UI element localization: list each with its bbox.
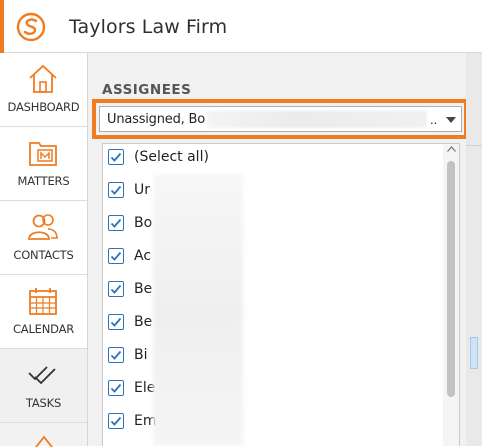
sidebar-item-dashboard[interactable]: DASHBOARD	[0, 53, 87, 127]
sidebar-item-calendar[interactable]: CALENDAR	[0, 275, 87, 349]
app-title: Taylors Law Firm	[69, 16, 228, 38]
scrollbar-thumb[interactable]	[447, 161, 455, 397]
home-icon	[29, 64, 57, 93]
check-icon	[110, 251, 122, 261]
app-logo-icon	[16, 12, 46, 42]
redacted-names	[153, 174, 243, 446]
checkbox[interactable]	[108, 149, 124, 165]
more-nav-icon	[35, 435, 53, 447]
sidebar-item-contacts[interactable]: CONTACTS	[0, 201, 87, 275]
sidebar-item-label: CALENDAR	[12, 322, 75, 336]
check-icon	[110, 383, 122, 393]
list-item-label: Bi	[134, 347, 148, 363]
dropdown-selected-value: Unassigned, Bo	[107, 112, 205, 127]
filter-panel: ASSIGNEES Unassigned, Bo .. (Select all)…	[88, 53, 482, 446]
checkbox[interactable]	[108, 413, 124, 429]
checkbox[interactable]	[108, 314, 124, 330]
checkbox[interactable]	[108, 215, 124, 231]
sidebar-item-label: DASHBOARD	[7, 100, 80, 114]
people-icon	[28, 214, 58, 240]
list-item-label: Bo	[134, 215, 153, 231]
checkbox[interactable]	[108, 281, 124, 297]
sidebar-item-label: CONTACTS	[13, 248, 74, 262]
redacted-text	[207, 111, 427, 128]
sidebar: DASHBOARD MATTERS CONTACTS CALENDAR TASK…	[0, 53, 88, 447]
assignees-heading: ASSIGNEES	[102, 82, 192, 98]
sidebar-item-matters[interactable]: MATTERS	[0, 127, 87, 201]
check-icon	[110, 284, 122, 294]
list-item[interactable]: (Select all)	[103, 144, 443, 177]
sidebar-item-label: TASKS	[25, 396, 62, 410]
list-item-label: Be	[134, 281, 153, 297]
check-icon	[110, 350, 122, 360]
header-accent-bar	[0, 0, 4, 53]
checkbox[interactable]	[108, 182, 124, 198]
checkmarks-icon	[28, 366, 56, 385]
checkbox[interactable]	[108, 380, 124, 396]
check-icon	[110, 152, 122, 162]
background-selection-marker	[470, 337, 478, 369]
folder-icon	[29, 142, 57, 166]
check-icon	[110, 185, 122, 195]
dropdown-ellipsis: ..	[430, 112, 438, 127]
chevron-down-icon[interactable]	[446, 117, 456, 123]
list-item-label: Ac	[134, 248, 152, 264]
app-header: Taylors Law Firm	[0, 0, 482, 53]
check-icon	[110, 317, 122, 327]
assignee-options-list[interactable]: (Select all) Ur Bo Ac Be Be Bi Ele Em	[102, 143, 460, 446]
chevron-up-icon[interactable]	[447, 146, 456, 152]
list-item-label: (Select all)	[134, 149, 209, 165]
list-scrollbar[interactable]	[443, 144, 459, 446]
sidebar-item-tasks[interactable]: TASKS	[0, 349, 87, 423]
sidebar-item-label: MATTERS	[17, 174, 70, 188]
calendar-icon	[29, 288, 57, 315]
list-item-label: Ur	[134, 182, 151, 198]
divider	[466, 145, 482, 146]
checkbox[interactable]	[108, 248, 124, 264]
list-item-label: Be	[134, 314, 153, 330]
assignees-dropdown[interactable]: Unassigned, Bo ..	[99, 106, 462, 132]
check-icon	[110, 416, 122, 426]
check-icon	[110, 218, 122, 228]
background-grid-edge	[466, 53, 482, 446]
checkbox[interactable]	[108, 347, 124, 363]
